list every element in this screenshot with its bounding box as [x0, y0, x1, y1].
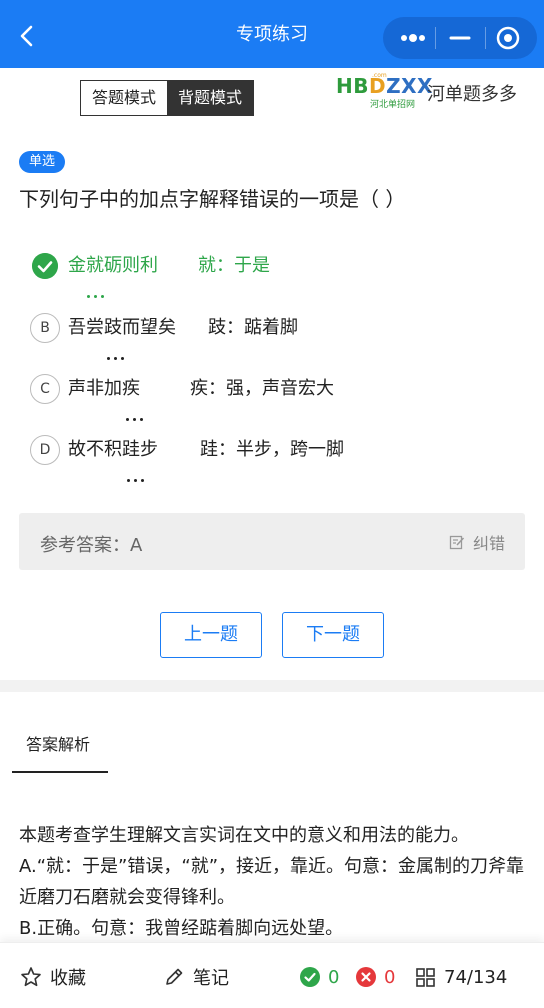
mode-switch: 答题模式 背题模式: [80, 80, 255, 116]
option-c[interactable]: C 声非加疾 疾：强，声音宏大: [30, 369, 530, 421]
logo-letters: ZXX: [386, 74, 433, 98]
wrong-count: 0: [356, 965, 395, 989]
option-letter: C: [30, 374, 60, 404]
note-label: 笔记: [193, 968, 229, 989]
option-d[interactable]: D 故不积跬步 跬：半步，跨一脚: [30, 430, 530, 482]
section-divider: [0, 680, 544, 692]
option-a[interactable]: 金就砺则利 就：于是: [30, 246, 530, 298]
logo-letter: H: [336, 74, 354, 98]
pencil-icon: [166, 968, 183, 985]
minimize-icon: [449, 36, 471, 40]
grid-icon: [416, 967, 435, 987]
tab-answer-analysis[interactable]: 答案解析: [26, 731, 90, 755]
mini-program-capsule: [383, 17, 537, 59]
correct-count: 0: [300, 965, 339, 989]
option-gloss: 就：于是: [198, 255, 270, 276]
analysis-paragraph: B.正确。句意：我曾经踮着脚向远处望。: [19, 918, 344, 939]
option-text: 金就砺则利: [68, 255, 158, 276]
option-text: 故不积跬步: [68, 439, 158, 460]
recite-mode-button[interactable]: 背题模式: [167, 81, 254, 115]
logo-text: HBDZXX: [336, 74, 433, 98]
question-text: 下列句子中的加点字解释错误的一项是（ ）: [19, 187, 406, 211]
edit-note-icon: [449, 535, 465, 550]
report-error-button[interactable]: 纠错: [449, 530, 505, 554]
option-text: 声非加疾: [68, 378, 140, 399]
logo-letter: D: [369, 74, 387, 98]
top-navigation-bar: 专项练习: [0, 0, 544, 68]
more-dots-icon: [401, 34, 425, 42]
next-question-button[interactable]: 下一题: [282, 612, 384, 658]
analysis-paragraph: A.“就：于是”错误，“就”，接近，靠近。句意：金属制的刀斧靠近磨刀石磨就会变得…: [19, 856, 525, 908]
logo-letter: B: [353, 74, 369, 98]
question-type-badge: 单选: [19, 151, 65, 173]
option-gloss: 跂：踮着脚: [208, 317, 298, 338]
previous-question-button[interactable]: 上一题: [160, 612, 262, 658]
wrong-count-value: 0: [384, 966, 396, 988]
cross-circle-icon: [356, 967, 376, 987]
analysis-content: 本题考查学生理解文言实词在文中的意义和用法的能力。 A.“就：于是”错误，“就”…: [19, 820, 529, 940]
tab-active-indicator: [12, 771, 108, 773]
check-circle-icon: [300, 967, 320, 987]
reference-answer: 参考答案：A: [40, 535, 143, 556]
correct-count-value: 0: [328, 966, 340, 988]
more-button[interactable]: [385, 17, 435, 59]
close-miniprogram-button[interactable]: [485, 17, 535, 59]
back-button[interactable]: [10, 18, 44, 52]
note-button[interactable]: 笔记: [163, 965, 229, 989]
target-circle-icon: [496, 26, 520, 50]
emphasis-dots: [124, 406, 145, 421]
option-gloss: 疾：强，声音宏大: [190, 378, 334, 399]
favorite-label: 收藏: [50, 968, 86, 989]
emphasis-dots: [125, 467, 146, 482]
option-letter: B: [30, 313, 60, 343]
minimize-button[interactable]: [435, 17, 485, 59]
option-letter: D: [30, 435, 60, 465]
check-circle-icon: [32, 253, 58, 279]
option-text: 吾尝跂而望矣: [68, 317, 176, 338]
logo-subtitle: 河北单招网: [370, 100, 416, 110]
favorite-button[interactable]: 收藏: [20, 965, 86, 989]
reference-answer-box: 参考答案：A 纠错: [19, 513, 525, 570]
emphasis-dots: [85, 283, 106, 298]
star-icon: [21, 967, 41, 987]
answer-mode-button[interactable]: 答题模式: [81, 81, 168, 115]
analysis-paragraph: 本题考查学生理解文言实词在文中的意义和用法的能力。: [19, 825, 469, 846]
question-grid-button[interactable]: 74/134: [416, 965, 507, 989]
brand-name: 河单题多多: [427, 84, 517, 105]
report-error-label: 纠错: [472, 534, 505, 553]
option-b[interactable]: B 吾尝跂而望矣 跂：踮着脚: [30, 308, 530, 360]
progress-value: 74/134: [444, 966, 508, 988]
option-gloss: 跬：半步，跨一脚: [200, 439, 344, 460]
chevron-left-icon: [20, 25, 33, 47]
bottom-toolbar: 收藏 笔记 0 0 74/134: [0, 942, 544, 1008]
hbdzxx-logo: .com HBDZXX 河北单招网: [336, 72, 432, 110]
emphasis-dots: [105, 345, 126, 360]
